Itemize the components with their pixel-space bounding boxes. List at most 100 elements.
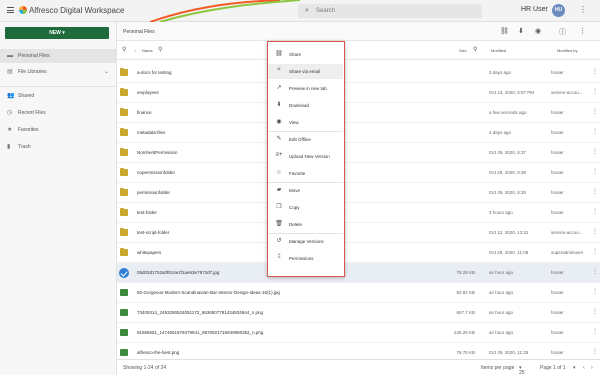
modified-by: hruser — [551, 290, 564, 295]
chevron-down-icon[interactable]: ⌄ — [104, 65, 109, 79]
file-name[interactable]: test-script-folder — [137, 230, 169, 235]
trash-icon: 🗑 — [275, 221, 283, 227]
column-size[interactable]: Size — [459, 48, 467, 53]
modified-by: service-accou... — [551, 90, 583, 95]
menu-item-preview-in-new-tab[interactable]: ↗ Preview in new tab — [268, 81, 343, 96]
page-select-chevron-icon[interactable]: ▾ — [573, 365, 576, 371]
column-name[interactable]: Name — [142, 48, 153, 53]
row-actions-icon[interactable]: ⋮ — [592, 248, 598, 255]
menu-item-move[interactable]: ▰ Move — [268, 183, 343, 198]
new-button[interactable]: NEW ▾ — [5, 27, 109, 39]
file-name[interactable]: whitepapers — [137, 250, 161, 255]
column-modified-by[interactable]: Modified by — [557, 48, 577, 53]
table-row[interactable]: NoInheritPermission Oct 29, 2020, 8:37 hru… — [117, 143, 600, 163]
file-name[interactable]: permissionfolder — [137, 190, 170, 195]
column-modified[interactable]: Modified — [491, 48, 506, 53]
row-actions-icon[interactable]: ⋮ — [592, 308, 598, 315]
file-name[interactable]: 05d03d1752a0f814e2f1ae63e7973d7.jpg — [137, 270, 219, 275]
file-name[interactable]: nopermissionfolder — [137, 170, 175, 175]
row-actions-icon[interactable]: ⋮ — [592, 168, 598, 175]
table-row[interactable]: test-folder 3 hours ago hruser ⋮ — [117, 203, 600, 223]
user-name[interactable]: HR User — [521, 6, 548, 13]
menu-item-manage-versions[interactable]: ↺ Manage Versions — [268, 234, 343, 249]
filter-icon[interactable]: ⚲ — [122, 46, 126, 53]
file-name[interactable]: 73409314_2493290524051172_65365077814348… — [137, 310, 263, 315]
sidebar-item-file-libraries[interactable]: ▤ File Libraries ⌄ — [0, 65, 117, 79]
menu-item-delete[interactable]: 🗑 Delete — [268, 217, 343, 232]
eye-icon: ◉ — [276, 119, 282, 125]
menu-item-copy[interactable]: ❐ Copy — [268, 200, 343, 215]
info-icon[interactable]: ⓘ — [559, 27, 566, 37]
avatar[interactable]: HU — [552, 4, 565, 17]
table-row[interactable]: whitepapers Oct 29, 2020, 11:08 superadmin… — [117, 243, 600, 263]
table-row[interactable]: 73409314_2493290524051172_65365077814348… — [117, 303, 600, 323]
menu-item-label: Share — [289, 52, 302, 57]
menu-item-permissions[interactable]: ⁞⁞ Permissions — [268, 251, 343, 266]
image-file-icon — [120, 349, 128, 356]
table-row[interactable]: finance a few seconds ago hruser ⋮ — [117, 103, 600, 123]
sidebar-item-recent-files[interactable]: ◷ Recent Files — [0, 106, 117, 120]
file-name[interactable]: test-folder — [137, 210, 157, 215]
menu-item-edit-offline[interactable]: ✎ Edit Offline — [268, 132, 343, 147]
prev-page-icon[interactable]: ‹ — [583, 365, 585, 371]
modified-by: hruser — [551, 190, 564, 195]
menu-item-upload-new-version[interactable]: ≡+ Upload New Version — [268, 149, 343, 164]
link-icon: ⛓ — [275, 51, 283, 57]
row-actions-icon[interactable]: ⋮ — [592, 108, 598, 115]
row-actions-icon[interactable]: ⋮ — [592, 348, 598, 355]
file-name[interactable]: alfresco-the-best.png — [137, 350, 179, 355]
search-box[interactable]: ⌕ Search — [298, 4, 482, 18]
file-name[interactable]: a-docs for testing — [137, 70, 172, 75]
file-name[interactable]: employees — [137, 90, 159, 95]
table-row[interactable]: metadata-files 4 days ago hruser ⋮ — [117, 123, 600, 143]
menu-item-favorite[interactable]: ☆ Favorite — [268, 166, 343, 181]
file-name[interactable]: NoInheritPermission — [137, 150, 178, 155]
size-filter-icon[interactable]: ⚲ — [473, 46, 477, 53]
menu-item-download[interactable]: ⬇ Download — [268, 98, 343, 113]
table-row[interactable]: a-docs for testing 3 days ago hruser ⋮ — [117, 63, 600, 83]
sort-arrow-icon[interactable]: ↓ — [134, 48, 136, 53]
row-actions-icon[interactable]: ⋮ — [592, 228, 598, 235]
sidebar-item-shared[interactable]: 👥 Shared — [0, 89, 117, 103]
row-actions-icon[interactable]: ⋮ — [592, 88, 598, 95]
breadcrumb[interactable]: Personal Files — [123, 29, 155, 35]
view-icon[interactable]: ◉ — [535, 27, 541, 35]
image-file-icon — [120, 309, 128, 316]
row-actions-icon[interactable]: ⋮ — [592, 268, 598, 275]
modified-date: an hour ago — [489, 290, 514, 295]
more-actions-icon[interactable]: ⋮ — [579, 27, 586, 35]
table-row[interactable]: employees Oct 13, 2020, 5:07 PM service-ac… — [117, 83, 600, 103]
row-actions-icon[interactable]: ⋮ — [592, 148, 598, 155]
next-page-icon[interactable]: › — [591, 365, 593, 371]
row-actions-icon[interactable]: ⋮ — [592, 288, 598, 295]
file-name[interactable]: 91565551_1474651979379941_85708217169498… — [137, 330, 263, 335]
sidebar-item-favorites[interactable]: ★ Favorites — [0, 123, 117, 137]
sidebar-item-trash[interactable]: ▮ Trash — [0, 140, 117, 154]
row-actions-icon[interactable]: ⋮ — [592, 128, 598, 135]
menu-item-share-via-email[interactable]: < Share via email — [268, 64, 343, 79]
more-options-icon[interactable]: ⋮ — [579, 5, 587, 14]
row-actions-icon[interactable]: ⋮ — [592, 188, 598, 195]
table-row[interactable]: test-script-folder Oct 12, 2020, 12:22 ser… — [117, 223, 600, 243]
file-size: 657.7 KB — [456, 310, 475, 315]
table-row[interactable]: 50-Gorgeous-Modern-Scandinavian-Bar-Inte… — [117, 283, 600, 303]
pagination-bar: Showing 1-24 of 24 Items per page 25 ▾ P… — [117, 359, 600, 375]
table-row[interactable]: permissionfolder Oct 29, 2020, 8:30 hruser… — [117, 183, 600, 203]
sidebar-item-personal-files[interactable]: ▬ Personal Files — [0, 49, 117, 63]
menu-item-view[interactable]: ◉ View — [268, 115, 343, 130]
file-name[interactable]: metadata-files — [137, 130, 165, 135]
file-name[interactable]: finance — [137, 110, 152, 115]
table-row[interactable]: nopermissionfolder Oct 29, 2020, 8:36 hrus… — [117, 163, 600, 183]
menu-icon[interactable] — [7, 7, 14, 13]
share-link-icon[interactable]: ⛓ — [500, 27, 509, 35]
row-actions-icon[interactable]: ⋮ — [592, 328, 598, 335]
menu-item-share[interactable]: ⛓ Share — [268, 47, 343, 62]
download-icon[interactable]: ⬇ — [518, 27, 524, 35]
items-per-page-select[interactable]: 25 ▾ — [519, 365, 525, 375]
row-actions-icon[interactable]: ⋮ — [592, 68, 598, 75]
table-row[interactable]: 05d03d1752a0f814e2f1ae63e7973d7.jpg 79.29… — [117, 263, 600, 283]
name-filter-icon[interactable]: ⚲ — [158, 46, 162, 53]
table-row[interactable]: 91565551_1474651979379941_85708217169498… — [117, 323, 600, 343]
file-name[interactable]: 50-Gorgeous-Modern-Scandinavian-Bar-Inte… — [137, 290, 280, 295]
row-actions-icon[interactable]: ⋮ — [592, 208, 598, 215]
